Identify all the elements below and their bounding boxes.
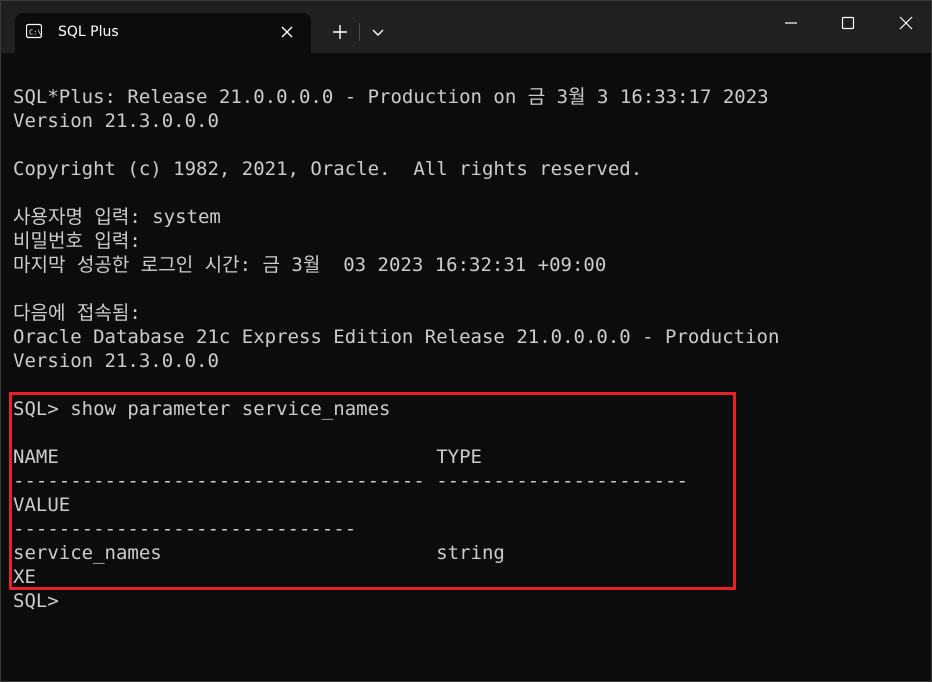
close-icon[interactable]	[277, 22, 297, 42]
terminal-line: SQL>	[13, 590, 59, 612]
terminal-line: ------------------------------------ ---…	[13, 470, 688, 492]
terminal-line: VALUE	[13, 494, 71, 516]
tab-divider	[359, 23, 360, 41]
terminal-line: Copyright (c) 1982, 2021, Oracle. All ri…	[13, 158, 643, 180]
window-close-icon[interactable]	[894, 11, 918, 35]
terminal-line: 마지막 성공한 로그인 시간: 금 3월 03 2023 16:32:31 +0…	[13, 254, 607, 276]
terminal-line: ------------------------------	[13, 518, 357, 540]
terminal-line: service_names string	[13, 542, 505, 564]
svg-text:C:\: C:\	[29, 29, 42, 37]
terminal-line: XE	[13, 566, 36, 588]
terminal-line: 비밀번호 입력:	[13, 230, 141, 252]
terminal-line: SQL> show parameter service_names	[13, 398, 391, 420]
terminal-line: 다음에 접속됨:	[13, 302, 141, 324]
tab-title: SQL Plus	[58, 24, 119, 40]
chevron-down-icon[interactable]	[365, 19, 391, 45]
terminal-window: C:\ SQL Plus SQL*Plus: Release 21.0.0.0.…	[0, 0, 932, 682]
minimize-icon[interactable]	[779, 11, 803, 35]
terminal-output[interactable]: SQL*Plus: Release 21.0.0.0.0 - Productio…	[13, 61, 919, 621]
plus-icon[interactable]	[327, 19, 353, 45]
title-bar[interactable]: C:\ SQL Plus	[1, 1, 931, 53]
terminal-line: SQL*Plus: Release 21.0.0.0.0 - Productio…	[13, 86, 769, 108]
tab-sql-plus[interactable]: C:\ SQL Plus	[15, 13, 311, 53]
terminal-line: Version 21.3.0.0.0	[13, 110, 219, 132]
terminal-line: Oracle Database 21c Express Edition Rele…	[13, 326, 780, 348]
terminal-line: 사용자명 입력: system	[13, 206, 221, 228]
maximize-icon[interactable]	[836, 11, 860, 35]
terminal-line: Version 21.3.0.0.0	[13, 350, 219, 372]
terminal-icon: C:\	[26, 23, 42, 39]
terminal-line: NAME TYPE	[13, 446, 482, 468]
